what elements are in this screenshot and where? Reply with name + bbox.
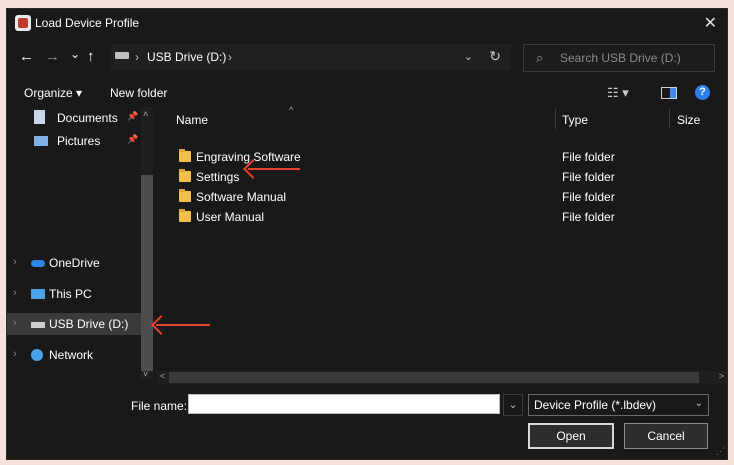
sidebar-item-documents[interactable]: Documents 📌 (7, 107, 147, 129)
chevron-down-icon: ⌄ (694, 398, 703, 409)
file-row-software-manual[interactable]: Software Manual File folder (171, 187, 727, 207)
app-icon (15, 15, 31, 31)
file-list: Name ^ Type Size Engraving Software File… (171, 105, 727, 369)
sidebar-item-label: USB Drive (D:) (49, 317, 129, 331)
breadcrumb-usb-drive[interactable]: USB Drive (D:) (147, 50, 226, 64)
window-title: Load Device Profile (35, 16, 140, 30)
preview-pane-icon[interactable] (661, 87, 677, 99)
sidebar-scrollbar[interactable] (141, 107, 153, 379)
cancel-button[interactable]: Cancel (624, 423, 708, 449)
up-folder-arrow-icon[interactable]: ↑ (87, 48, 95, 65)
title-bar: Load Device Profile ✕ (7, 9, 727, 37)
file-type: File folder (562, 210, 615, 224)
file-row-user-manual[interactable]: User Manual File folder (171, 207, 727, 227)
expand-chevron-icon[interactable]: › (13, 256, 17, 268)
sidebar-item-pictures[interactable]: Pictures 📌 (7, 130, 147, 152)
search-placeholder: Search USB Drive (D:) (560, 51, 681, 65)
resize-grip-icon[interactable]: ⋰ (716, 446, 725, 457)
dialog-footer: File name: ⌄ Device Profile (*.lbdev) ⌄ … (7, 387, 727, 459)
breadcrumb-separator: › (135, 50, 139, 64)
scrollbar-thumb[interactable] (141, 175, 153, 371)
file-type: File folder (562, 150, 615, 164)
usb-drive-icon (31, 322, 45, 328)
folder-icon (179, 189, 191, 202)
file-type: File folder (562, 170, 615, 184)
organize-button[interactable]: Organize ▾ (24, 86, 82, 100)
file-name: User Manual (196, 210, 265, 224)
sidebar-item-label: OneDrive (49, 256, 100, 270)
file-name: Software Manual (196, 190, 287, 204)
new-folder-button[interactable]: New folder (110, 86, 167, 100)
column-header-name[interactable]: Name (176, 113, 208, 127)
forward-arrow-icon[interactable]: → (45, 48, 60, 65)
search-box[interactable]: ⌕ Search USB Drive (D:) (523, 44, 715, 72)
sidebar-item-label: Documents (57, 111, 118, 125)
network-icon (31, 349, 43, 361)
sidebar-item-usb-drive[interactable]: › USB Drive (D:) (7, 313, 147, 335)
navigation-bar: ← → ⌄ ↑ › USB Drive (D:) › ⌄ ↻ ⌕ Search … (7, 39, 727, 73)
sidebar-item-label: This PC (49, 287, 92, 301)
open-button[interactable]: Open (528, 423, 614, 449)
refresh-icon[interactable]: ↻ (489, 48, 501, 65)
search-icon: ⌕ (536, 50, 544, 65)
scrollbar-thumb[interactable] (169, 372, 699, 383)
file-name-input[interactable] (188, 394, 500, 414)
address-history-chevron-icon[interactable]: ⌄ (464, 50, 473, 63)
folder-icon (179, 169, 191, 182)
recent-locations-chevron-icon[interactable]: ⌄ (70, 47, 80, 61)
folder-icon (179, 149, 191, 162)
drive-icon (115, 52, 129, 59)
column-header-size[interactable]: Size (677, 113, 700, 127)
sidebar-item-label: Pictures (57, 134, 101, 148)
back-arrow-icon[interactable]: ← (19, 48, 34, 65)
file-name-history-chevron-icon[interactable]: ⌄ (503, 394, 523, 416)
column-divider[interactable] (669, 109, 670, 129)
sort-ascending-icon: ^ (289, 105, 294, 115)
pictures-icon (34, 136, 48, 146)
load-device-profile-dialog: Load Device Profile ✕ ← → ⌄ ↑ › USB Driv… (6, 8, 728, 460)
column-divider[interactable] (555, 109, 556, 129)
file-type-filter-select[interactable]: Device Profile (*.lbdev) ⌄ (528, 394, 709, 416)
this-pc-icon (31, 289, 45, 299)
help-icon[interactable]: ? (695, 85, 710, 100)
sidebar-item-network[interactable]: › Network (7, 344, 147, 366)
scroll-left-icon[interactable]: < (160, 371, 165, 381)
scroll-down-icon[interactable]: ˅ (143, 369, 148, 379)
documents-icon (34, 110, 45, 124)
file-name-label: File name: (131, 399, 188, 413)
close-button[interactable]: ✕ (704, 13, 717, 33)
horizontal-scrollbar[interactable]: < > (157, 371, 727, 384)
expand-chevron-icon[interactable]: › (13, 348, 17, 360)
address-bar[interactable]: › USB Drive (D:) › ⌄ ↻ (111, 44, 511, 70)
navigation-pane: Documents 📌 Pictures 📌 › OneDrive › This… (7, 107, 155, 379)
sidebar-item-onedrive[interactable]: › OneDrive (7, 252, 147, 274)
pin-icon[interactable]: 📌 (127, 111, 138, 122)
scroll-right-icon[interactable]: > (719, 371, 724, 381)
expand-chevron-icon[interactable]: › (13, 317, 17, 329)
expand-chevron-icon[interactable]: › (13, 287, 17, 299)
onedrive-icon (31, 260, 45, 267)
column-header-type[interactable]: Type (562, 113, 588, 127)
scroll-up-icon[interactable]: ˄ (143, 109, 148, 119)
breadcrumb-separator-end[interactable]: › (228, 50, 232, 64)
file-type-filter-value: Device Profile (*.lbdev) (534, 398, 657, 412)
change-view-icon[interactable]: ☷ ▾ (607, 85, 629, 101)
pin-icon[interactable]: 📌 (127, 134, 138, 145)
sidebar-item-this-pc[interactable]: › This PC (7, 283, 147, 305)
file-type: File folder (562, 190, 615, 204)
command-toolbar: Organize ▾ New folder ☷ ▾ ? (7, 79, 727, 107)
sidebar-item-label: Network (49, 348, 94, 362)
folder-icon (179, 209, 191, 222)
file-name: Settings (196, 170, 240, 184)
